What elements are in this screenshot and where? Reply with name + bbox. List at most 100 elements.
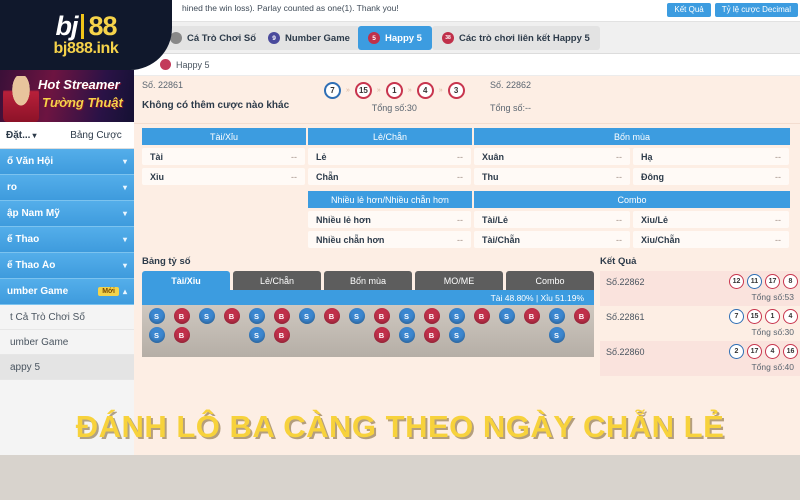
bet-option-label: Tài — [150, 151, 164, 162]
promo-banner[interactable]: Hot Streamer Tường Thuật — [0, 70, 134, 122]
result-row: Số.22860 2 17 4 16 Tổng số:40 — [600, 341, 800, 376]
bet-type-selector[interactable]: Đặt... ▾ — [0, 130, 58, 141]
result-ball: 16 — [783, 344, 798, 359]
bet-option-odds: -- — [775, 234, 781, 245]
result-total: Tổng số:40 — [751, 362, 794, 372]
bet-option-cell[interactable]: Xỉu/Chẵn -- — [633, 231, 789, 248]
draw-ball: 15 — [354, 82, 372, 99]
bet-option-odds: -- — [291, 171, 297, 182]
next-draw-info: Số. 22862 Tổng số:-- — [490, 80, 531, 113]
bet-option-label: Tài/Chẵn — [482, 234, 521, 245]
bead-s: S — [448, 308, 465, 324]
bet-group-header: Combo — [474, 191, 790, 208]
result-draw-id: Số.22860 — [606, 347, 645, 357]
roadmap-tab-4[interactable]: Combo — [506, 271, 594, 290]
sidebar-subitem-0[interactable]: t Cả Trò Chơi Số — [0, 305, 134, 330]
bet-option-label: Hạ — [641, 151, 653, 162]
logo-mark: bj 88 — [55, 11, 117, 41]
chevron-down-icon: ▾ — [122, 209, 127, 218]
bet-option-cell[interactable]: Tài -- — [142, 148, 305, 165]
result-ball: 8 — [783, 274, 798, 289]
bet-option-label: Nhiều lẻ hơn — [316, 214, 371, 225]
bet-option-cell[interactable]: Nhiều lẻ hơn -- — [308, 211, 471, 228]
bead-column: B — [221, 308, 242, 324]
bead-b: B — [423, 308, 440, 324]
bet-option-cell[interactable]: Đông -- — [633, 168, 789, 185]
sidebar-subitem-1[interactable]: umber Game — [0, 330, 134, 355]
sidebar-item-label: ập Nam Mỹ — [7, 208, 60, 219]
number-game-icon: 9 — [268, 32, 280, 44]
roadmap-tab-3[interactable]: MO/ME — [415, 271, 503, 290]
roadmap-tab-1[interactable]: Lẻ/Chẵn — [233, 271, 321, 290]
bottom-fade-overlay — [0, 455, 800, 500]
tab-linked-happy-5[interactable]: 38 Các trò chơi liên kết Happy 5 — [432, 26, 600, 50]
sidebar-item-3[interactable]: ể Thao ▾ — [0, 227, 134, 253]
bet-option-cell[interactable]: Tài/Lẻ -- — [474, 211, 630, 228]
roadmap-stats: Tài 48.80% | Xỉu 51.19% — [142, 290, 594, 305]
bet-option-cell[interactable]: Thu -- — [474, 168, 630, 185]
sidebar-subitem-2[interactable]: appy 5 — [0, 355, 134, 380]
bet-option-odds: -- — [616, 214, 622, 225]
bead-b: B — [373, 308, 390, 324]
roadmap-tab-2[interactable]: Bốn mùa — [324, 271, 412, 290]
tab-number-game[interactable]: 9 Number Game — [258, 26, 360, 50]
bet-option-label: Tài/Lẻ — [482, 214, 509, 225]
bet-option-cell[interactable]: Hạ -- — [633, 148, 789, 165]
bead-column: BB — [371, 308, 392, 343]
bead-s: S — [548, 308, 565, 324]
sidebar-item-label: umber Game — [7, 286, 69, 297]
bet-rows-1: Tài -- Lẻ -- Xuân -- Hạ -- Xỉu -- Chẵn -- Thu -- Đông -… — [142, 148, 792, 185]
bead-column: S — [196, 308, 217, 324]
streamer-avatar-icon — [3, 76, 39, 122]
bet-option-cell[interactable]: Xỉu -- — [142, 168, 305, 185]
results-panel: Kết Quả Số.22862 12 11 17 8 Tổng số:53 Số.2286… — [594, 256, 800, 376]
bet-group-header: Nhiều lẻ hơn/Nhiều chẵn hơn — [308, 191, 474, 208]
promo-line1: Hot Streamer — [38, 77, 120, 92]
logo-divider — [81, 14, 85, 39]
result-row: Số.22862 12 11 17 8 Tổng số:53 — [600, 271, 800, 306]
chevron-up-icon: ▴ — [122, 287, 127, 296]
bet-option-odds: -- — [775, 151, 781, 162]
bead-column: BB — [171, 308, 192, 343]
result-ball: 15 — [747, 309, 762, 324]
odds-format-button[interactable]: Tỷ lệ cược Decimal — [714, 3, 798, 17]
bead-b: B — [473, 308, 490, 324]
sidebar-item-1[interactable]: ro ▾ — [0, 175, 134, 201]
result-ball-list: 12 11 17 8 — [729, 274, 798, 289]
bet-option-label: Nhiều chẵn hơn — [316, 234, 385, 245]
result-ball: 7 — [729, 309, 744, 324]
chevron-down-icon: ▾ — [122, 235, 127, 244]
site-logo[interactable]: bj 88 bj888.ink — [0, 0, 172, 70]
sidebar-header: Đặt... ▾ Bảng Cược — [0, 122, 134, 149]
bead-column: B — [521, 308, 542, 324]
draw-ball: 3 — [447, 82, 465, 99]
roadmap-tab-0[interactable]: Tài/Xỉu — [142, 271, 230, 290]
left-sidebar: Hot Streamer Tường Thuật Đặt... ▾ Bảng C… — [0, 70, 134, 500]
bet-option-odds: -- — [457, 214, 463, 225]
bet-option-cell[interactable]: Xỉu/Lẻ -- — [633, 211, 789, 228]
tab-label: Cá Trò Chơi Số — [187, 32, 257, 44]
bet-option-cell[interactable]: Lẻ -- — [308, 148, 471, 165]
sidebar-item-2[interactable]: ập Nam Mỹ ▾ — [0, 201, 134, 227]
bottom-section: Bảng tỷ số Tài/Xỉu Lẻ/Chẵn Bốn mùa MO/ME Com… — [134, 256, 800, 376]
bet-option-cell[interactable]: Tài/Chẵn -- — [474, 231, 630, 248]
bet-option-cell[interactable]: Nhiều chẵn hơn -- — [308, 231, 471, 248]
bet-option-cell[interactable]: Xuân -- — [474, 148, 630, 165]
sidebar-item-0[interactable]: ổ Văn Hội ▾ — [0, 149, 134, 175]
ball-separator-icon: » — [346, 87, 350, 94]
bet-slip-tab[interactable]: Bảng Cược — [58, 130, 134, 141]
tab-ca-tro-choi-so[interactable]: Cá Trò Chơi Số — [160, 26, 267, 50]
bet-row: Nhiều chẵn hơn -- Tài/Chẵn -- Xỉu/Chẵn -- — [142, 231, 792, 248]
bead-s: S — [348, 308, 365, 324]
draw-info-bar: Số. 22861 Không có thêm cược nào khác 7 »… — [134, 76, 800, 124]
results-button[interactable]: Kết Quả — [667, 3, 711, 17]
bead-column: BB — [271, 308, 292, 343]
bet-option-cell[interactable]: Chẵn -- — [308, 168, 471, 185]
new-badge: Mới — [98, 287, 119, 296]
sidebar-item-5[interactable]: umber Game Mới ▴ — [0, 279, 134, 305]
tab-happy-5[interactable]: 5 Happy 5 — [358, 26, 432, 50]
bead-road-grid[interactable]: SSBBSBSSBBSBSBBSSBBSSBSBSSB — [142, 305, 594, 357]
sidebar-item-4[interactable]: ể Thao Ảo ▾ — [0, 253, 134, 279]
breadcrumb[interactable]: Happy 5 — [160, 59, 210, 70]
logo-88-text: 88 — [88, 11, 117, 41]
